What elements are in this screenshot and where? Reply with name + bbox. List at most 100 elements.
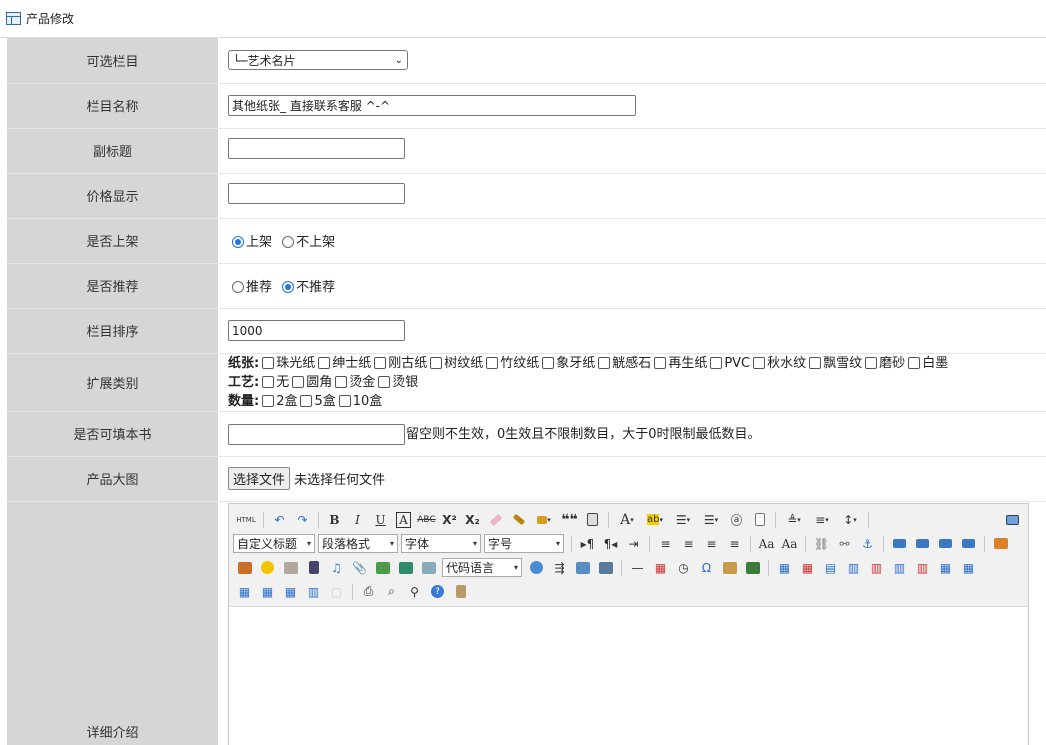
book-input[interactable] bbox=[228, 423, 405, 445]
paper-checkbox[interactable] bbox=[486, 356, 499, 369]
craft-checkbox[interactable] bbox=[378, 375, 391, 388]
font-family-dropdown[interactable]: 字体 ▾ bbox=[401, 534, 481, 553]
redo-icon[interactable]: ↷ bbox=[291, 510, 314, 530]
simple-upload-icon[interactable] bbox=[989, 534, 1012, 554]
paper-checkbox[interactable] bbox=[809, 356, 822, 369]
unordered-list-icon[interactable]: ☰ ▾ bbox=[697, 510, 725, 530]
search-replace-icon[interactable] bbox=[718, 558, 741, 578]
select-all-icon[interactable]: a bbox=[725, 510, 748, 530]
gmap-icon[interactable] bbox=[394, 558, 417, 578]
format-brush-icon[interactable] bbox=[507, 510, 530, 530]
row-spacing-bottom-icon[interactable]: ≡ ▾ bbox=[808, 510, 836, 530]
unlink-icon[interactable]: ⚯ bbox=[833, 534, 856, 554]
underline-icon[interactable]: U bbox=[369, 510, 392, 530]
image-none-icon[interactable] bbox=[888, 534, 911, 554]
align-left-icon[interactable]: ≡ bbox=[654, 534, 677, 554]
insert-col-icon[interactable]: ▥ bbox=[888, 558, 911, 578]
scrawl-icon[interactable] bbox=[279, 558, 302, 578]
paper-checkbox[interactable] bbox=[318, 356, 331, 369]
ltr-icon[interactable]: ▸¶ bbox=[576, 534, 599, 554]
name-input[interactable]: 其他纸张_ 直接联系客服 ^-^ bbox=[228, 95, 636, 116]
chart-icon[interactable]: ▢ bbox=[325, 582, 348, 602]
insert-row-icon[interactable]: ▥ bbox=[842, 558, 865, 578]
paste-plain-icon[interactable] bbox=[581, 510, 604, 530]
help-icon[interactable]: ? bbox=[426, 582, 449, 602]
indent-icon[interactable]: ⇥ bbox=[622, 534, 645, 554]
delete-col-icon[interactable]: ▥ bbox=[911, 558, 934, 578]
time-icon[interactable]: ◷ bbox=[672, 558, 695, 578]
paper-checkbox[interactable] bbox=[654, 356, 667, 369]
paper-checkbox[interactable] bbox=[865, 356, 878, 369]
lowercase-icon[interactable]: Aa bbox=[778, 534, 801, 554]
bold-icon[interactable]: B bbox=[323, 510, 346, 530]
image-center-icon[interactable] bbox=[957, 534, 980, 554]
image-left-icon[interactable] bbox=[911, 534, 934, 554]
emotion-icon[interactable] bbox=[256, 558, 279, 578]
merge-right-icon[interactable]: ▦ bbox=[957, 558, 980, 578]
split-rows-icon[interactable]: ▦ bbox=[279, 582, 302, 602]
ordered-list-icon[interactable]: ☰ ▾ bbox=[669, 510, 697, 530]
background-icon[interactable]: ⇶ bbox=[548, 558, 571, 578]
align-justify-icon[interactable]: ≡ bbox=[723, 534, 746, 554]
font-border-icon[interactable]: A bbox=[392, 510, 415, 530]
paper-checkbox[interactable] bbox=[598, 356, 611, 369]
draft-icon[interactable] bbox=[449, 582, 472, 602]
recommend-yes-radio[interactable] bbox=[232, 281, 244, 293]
paragraph-dropdown[interactable]: 段落格式 ▾ bbox=[318, 534, 398, 553]
eraser-icon[interactable] bbox=[484, 510, 507, 530]
date-icon[interactable]: ▦ bbox=[649, 558, 672, 578]
qty-checkbox[interactable] bbox=[262, 394, 275, 407]
paper-checkbox[interactable] bbox=[262, 356, 275, 369]
paper-checkbox[interactable] bbox=[753, 356, 766, 369]
category-select[interactable]: └─艺术名片 ⌄ bbox=[228, 50, 408, 71]
craft-checkbox[interactable] bbox=[335, 375, 348, 388]
paper-checkbox[interactable] bbox=[374, 356, 387, 369]
rtl-icon[interactable]: ¶◂ bbox=[599, 534, 622, 554]
blockquote-icon[interactable]: ❝❝ bbox=[558, 510, 581, 530]
shelf-on-radio[interactable] bbox=[232, 236, 244, 248]
split-cols-icon[interactable]: ▥ bbox=[302, 582, 325, 602]
choose-file-button[interactable]: 选择文件 bbox=[228, 467, 291, 490]
merge-down-icon[interactable]: ▦ bbox=[233, 582, 256, 602]
insert-table-icon[interactable]: ▦ bbox=[773, 558, 796, 578]
qty-checkbox[interactable] bbox=[300, 394, 313, 407]
highlight-color-icon[interactable]: ab ▾ bbox=[641, 510, 669, 530]
undo-icon[interactable]: ↶ bbox=[268, 510, 291, 530]
spellcheck-icon[interactable] bbox=[741, 558, 764, 578]
link-icon[interactable]: ⛓ bbox=[810, 534, 833, 554]
template-icon[interactable] bbox=[571, 558, 594, 578]
uppercase-icon[interactable]: Aa bbox=[755, 534, 778, 554]
split-cells-icon[interactable]: ▦ bbox=[256, 582, 279, 602]
insert-video-icon[interactable] bbox=[302, 558, 325, 578]
special-chars-icon[interactable]: Ω bbox=[695, 558, 718, 578]
paper-checkbox[interactable] bbox=[710, 356, 723, 369]
page-break-icon[interactable] bbox=[525, 558, 548, 578]
craft-checkbox[interactable] bbox=[262, 375, 275, 388]
subtitle-input[interactable] bbox=[228, 138, 405, 159]
insert-paragraph-table-icon[interactable]: ▤ bbox=[819, 558, 842, 578]
shelf-off-radio[interactable] bbox=[282, 236, 295, 248]
font-color-icon[interactable]: A ▾ bbox=[613, 510, 641, 530]
align-center-icon[interactable]: ≡ bbox=[677, 534, 700, 554]
price-input[interactable] bbox=[228, 183, 405, 204]
merge-cells-icon[interactable]: ▦ bbox=[934, 558, 957, 578]
insert-image-icon[interactable] bbox=[233, 558, 256, 578]
editor-content-area[interactable] bbox=[229, 607, 1028, 745]
qty-checkbox[interactable] bbox=[338, 394, 351, 407]
clear-document-icon[interactable] bbox=[748, 510, 771, 530]
delete-table-icon[interactable]: ▦ bbox=[796, 558, 819, 578]
delete-row-icon[interactable]: ▥ bbox=[865, 558, 888, 578]
paper-checkbox[interactable] bbox=[908, 356, 921, 369]
image-right-icon[interactable] bbox=[934, 534, 957, 554]
insert-frame-icon[interactable] bbox=[417, 558, 440, 578]
sort-input[interactable]: 1000 bbox=[228, 320, 405, 341]
map-icon[interactable] bbox=[371, 558, 394, 578]
print-icon[interactable]: ⎙ bbox=[357, 582, 380, 602]
align-right-icon[interactable]: ≡ bbox=[700, 534, 723, 554]
auto-typeset-icon[interactable]: ▾ bbox=[530, 510, 558, 530]
fullscreen-icon[interactable] bbox=[1001, 510, 1024, 530]
custom-title-dropdown[interactable]: 自定义标题 ▾ bbox=[233, 534, 315, 553]
html-source-icon[interactable]: HTML bbox=[233, 510, 259, 530]
anchor-icon[interactable]: ⚓ bbox=[856, 534, 879, 554]
superscript-icon[interactable]: X² bbox=[438, 510, 461, 530]
